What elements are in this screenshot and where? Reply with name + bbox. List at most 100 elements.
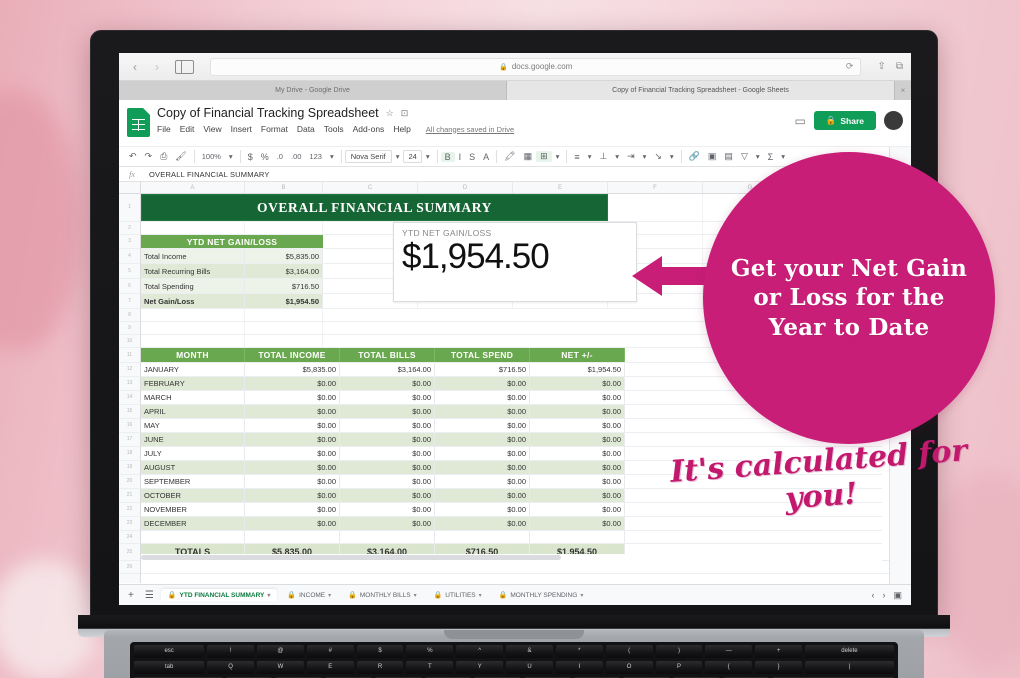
menu-add-ons[interactable]: Add-ons — [353, 124, 385, 134]
cell-spend[interactable]: $0.00 — [435, 391, 530, 404]
ytd-panel-header[interactable]: YTD NET GAIN/LOSS — [141, 235, 323, 248]
row-header-8[interactable]: 8 — [119, 309, 140, 322]
cell-spend[interactable]: $0.00 — [435, 419, 530, 432]
row-header-6[interactable]: 6 — [119, 279, 140, 294]
vertical-align-caret-icon[interactable]: ▾ — [611, 152, 623, 161]
redo-icon[interactable]: ↷ — [141, 151, 157, 162]
column-header-a[interactable]: A — [141, 182, 245, 193]
horizontal-align-icon[interactable]: ≡ — [570, 152, 583, 162]
next-sheet-icon[interactable]: › — [882, 590, 885, 600]
cell-a24[interactable] — [141, 531, 245, 543]
cell-net[interactable]: $0.00 — [530, 475, 625, 488]
menu-insert[interactable]: Insert — [231, 124, 252, 134]
chevron-down-icon[interactable]: ▾ — [267, 592, 270, 599]
column-header-c[interactable]: C — [323, 182, 418, 193]
cell-bills[interactable]: $0.00 — [340, 503, 435, 516]
address-bar[interactable]: 🔒 docs.google.com ⟳ — [210, 57, 862, 76]
row-header-13[interactable]: 13 — [119, 377, 140, 391]
cell-income[interactable]: $5,835.00 — [245, 363, 340, 376]
row-header-14[interactable]: 14 — [119, 391, 140, 405]
italic-icon[interactable]: I — [455, 152, 466, 162]
cell-bills[interactable]: $0.00 — [340, 433, 435, 446]
row-header-20[interactable]: 20 — [119, 475, 140, 489]
cell-a26[interactable] — [141, 561, 911, 573]
cell-month[interactable]: FEBRUARY — [141, 377, 245, 390]
cell-net[interactable]: $0.00 — [530, 461, 625, 474]
font-size-selector[interactable]: 24 — [403, 150, 422, 163]
cell-income[interactable]: $0.00 — [245, 517, 340, 530]
row-header-5[interactable]: 5 — [119, 264, 140, 279]
cell-b2[interactable] — [245, 222, 323, 234]
row-header-18[interactable]: 18 — [119, 447, 140, 461]
menu-file[interactable]: File — [157, 124, 171, 134]
column-header-e[interactable]: E — [513, 182, 608, 193]
cell-bills[interactable]: $0.00 — [340, 405, 435, 418]
row-header-9[interactable]: 9 — [119, 322, 140, 335]
font-caret-icon[interactable]: ▾ — [392, 152, 404, 161]
share-button[interactable]: 🔒 Share — [813, 111, 876, 130]
cell-month[interactable]: SEPTEMBER — [141, 475, 245, 488]
cell-net[interactable]: $1,954.50 — [530, 363, 625, 376]
cell-bills[interactable]: $0.00 — [340, 419, 435, 432]
tabs-overview-icon[interactable]: ⧉ — [896, 61, 903, 72]
functions-caret-icon[interactable]: ▾ — [777, 152, 789, 161]
sheet-tab-ytd-financial-summary[interactable]: 🔒 YTD FINANCIAL SUMMARY ▾ — [160, 589, 278, 601]
cell-a8[interactable] — [141, 309, 245, 321]
more-formats-caret-icon[interactable]: ▾ — [326, 152, 338, 161]
text-rotation-icon[interactable]: ↘ — [650, 151, 666, 162]
currency-format-icon[interactable]: $ — [244, 152, 257, 162]
horizontal-scrollbar-thumb[interactable] — [141, 555, 561, 560]
cell-spend[interactable]: $0.00 — [435, 433, 530, 446]
cell-spend[interactable]: $0.00 — [435, 447, 530, 460]
sheet-tab-income[interactable]: 🔒 INCOME ▾ — [280, 589, 338, 601]
reload-icon[interactable]: ⟳ — [846, 61, 854, 72]
cell-month[interactable]: AUGUST — [141, 461, 245, 474]
chevron-down-icon[interactable]: ▾ — [414, 592, 417, 599]
cell-income[interactable]: $0.00 — [245, 391, 340, 404]
row-header-12[interactable]: 12 — [119, 363, 140, 377]
table-header-net[interactable]: NET +/- — [530, 348, 625, 362]
chevron-down-icon[interactable]: ▾ — [328, 592, 331, 599]
summary-banner[interactable]: OVERALL FINANCIAL SUMMARY — [141, 194, 608, 221]
cell-b24[interactable] — [245, 531, 340, 543]
ytd-label-total-spending[interactable]: Total Spending — [141, 279, 245, 293]
cell-a10[interactable] — [141, 335, 245, 347]
ytd-label-net-gain-loss[interactable]: Net Gain/Loss — [141, 294, 245, 308]
star-icon[interactable]: ☆ — [386, 108, 394, 119]
cell-net[interactable]: $0.00 — [530, 405, 625, 418]
cell-income[interactable]: $0.00 — [245, 489, 340, 502]
cell-spend[interactable]: $0.00 — [435, 475, 530, 488]
avatar[interactable] — [884, 111, 903, 130]
ytd-value-net-gain-loss[interactable]: $1,954.50 — [245, 294, 323, 308]
row-header-7[interactable]: 7 — [119, 294, 140, 309]
bold-icon[interactable]: B — [440, 151, 455, 162]
percent-format-icon[interactable]: % — [257, 152, 273, 162]
text-wrap-icon[interactable]: ⇥ — [623, 151, 639, 162]
increase-decimal-icon[interactable]: .00 — [287, 152, 305, 161]
tab-close-icon[interactable]: × — [895, 81, 911, 100]
print-icon[interactable]: ⎙ — [156, 151, 171, 162]
row-header-3[interactable]: 3 — [119, 235, 140, 249]
cell-bills[interactable]: $0.00 — [340, 489, 435, 502]
cell-net[interactable]: $0.00 — [530, 391, 625, 404]
forward-icon[interactable]: › — [149, 59, 165, 75]
row-header-4[interactable]: 4 — [119, 249, 140, 264]
ytd-value-total-spending[interactable]: $716.50 — [245, 279, 323, 293]
functions-icon[interactable]: Σ — [764, 152, 778, 162]
cell-income[interactable]: $0.00 — [245, 419, 340, 432]
cell-e24[interactable] — [530, 531, 625, 543]
cell-c24[interactable] — [340, 531, 435, 543]
cell-tail24[interactable] — [625, 531, 911, 543]
row-header-26[interactable]: 26 — [119, 561, 140, 574]
font-size-caret-icon[interactable]: ▾ — [422, 152, 434, 161]
menu-format[interactable]: Format — [261, 124, 288, 134]
column-header-f[interactable]: F — [608, 182, 703, 193]
cell-spend[interactable]: $0.00 — [435, 405, 530, 418]
cell-spend[interactable]: $716.50 — [435, 363, 530, 376]
row-header-17[interactable]: 17 — [119, 433, 140, 447]
borders-icon[interactable]: ▦ — [520, 151, 537, 162]
previous-sheet-icon[interactable]: ‹ — [871, 590, 874, 600]
cell-bills[interactable]: $3,164.00 — [340, 363, 435, 376]
merge-cells-icon[interactable]: ⊞ — [536, 151, 552, 162]
cell-f1[interactable] — [608, 194, 703, 221]
